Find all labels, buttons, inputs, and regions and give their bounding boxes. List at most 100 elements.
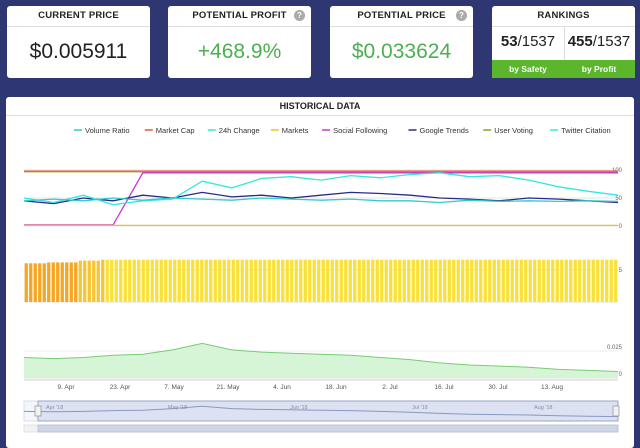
bar-25 [137, 259, 141, 302]
safety-rank-total: /1537 [517, 33, 556, 50]
bar-129 [605, 259, 609, 302]
legend-label-2: 24h Change [219, 126, 260, 135]
bar-22 [123, 259, 127, 302]
bar-128 [600, 259, 604, 302]
y-tick-bars: 5 [619, 268, 623, 274]
bar-34 [177, 259, 181, 302]
legend-label-4: Social Following [333, 126, 387, 135]
x-tick-5: 18. Jun [325, 384, 347, 391]
bar-12 [78, 260, 82, 302]
bar-31 [164, 259, 168, 302]
bar-38 [195, 259, 199, 302]
bar-91 [434, 259, 438, 302]
bar-100 [474, 259, 478, 302]
navigator-handle-0[interactable] [34, 405, 42, 417]
bar-124 [582, 259, 586, 302]
bar-55 [272, 259, 276, 302]
x-tick-1: 23. Apr [110, 384, 131, 391]
bar-70 [339, 259, 343, 302]
bar-8 [60, 262, 64, 302]
navigator-handle-1[interactable] [612, 405, 620, 417]
bar-73 [353, 259, 357, 302]
bar-1 [29, 263, 33, 302]
y-tick-area-0: 0.025 [607, 345, 623, 351]
bar-47 [236, 259, 240, 302]
current-price-title: CURRENT PRICE [7, 6, 150, 27]
x-tick-6: 2. Jul [382, 384, 398, 391]
y-tick-area-1: 0 [619, 372, 623, 378]
profit-rank-value: 455 [567, 33, 593, 50]
bar-75 [362, 259, 366, 302]
bar-108 [510, 259, 514, 302]
bar-97 [461, 259, 465, 302]
bar-56 [276, 259, 280, 302]
legend-label-0: Volume Ratio [85, 126, 130, 135]
bar-126 [591, 259, 595, 302]
bar-112 [528, 259, 532, 302]
bar-21 [119, 259, 123, 302]
bar-14 [87, 260, 91, 302]
bar-49 [245, 259, 249, 302]
profit-rank: 455/1537 by Profit [563, 27, 635, 78]
bar-64 [312, 259, 316, 302]
bar-125 [587, 259, 591, 302]
bar-106 [501, 259, 505, 302]
bar-102 [483, 259, 487, 302]
help-icon[interactable]: ? [456, 10, 467, 21]
bar-52 [258, 259, 262, 302]
bar-43 [218, 259, 222, 302]
bar-57 [281, 259, 285, 302]
bar-88 [420, 259, 424, 302]
bar-48 [240, 259, 244, 302]
bar-114 [537, 259, 541, 302]
bar-96 [456, 259, 460, 302]
bar-71 [344, 259, 348, 302]
bar-92 [438, 259, 442, 302]
help-icon[interactable]: ? [294, 10, 305, 21]
bar-83 [398, 259, 402, 302]
bar-59 [290, 259, 294, 302]
bar-113 [533, 259, 537, 302]
bar-10 [69, 262, 73, 302]
bar-6 [51, 262, 55, 302]
bar-117 [551, 259, 555, 302]
by-profit-button[interactable]: by Profit [563, 60, 635, 78]
scrollbar-thumb[interactable] [37, 424, 619, 433]
legend-label-1: Market Cap [156, 126, 195, 135]
bar-111 [524, 259, 528, 302]
bar-87 [416, 259, 420, 302]
x-tick-9: 13. Aug [541, 384, 563, 391]
bar-69 [335, 259, 339, 302]
bar-80 [384, 259, 388, 302]
bar-76 [366, 259, 370, 302]
navigator-tick-4: Aug '18 [534, 405, 552, 411]
bar-39 [200, 259, 204, 302]
bar-74 [357, 259, 361, 302]
historical-chart[interactable]: Volume Ratio Market Cap 24h Change Markets S… [6, 116, 634, 448]
bar-37 [191, 259, 195, 302]
bar-42 [213, 259, 217, 302]
bar-35 [182, 259, 186, 302]
bar-103 [488, 259, 492, 302]
bar-82 [393, 259, 397, 302]
bar-119 [560, 259, 564, 302]
bar-66 [321, 259, 325, 302]
bar-60 [294, 259, 298, 302]
x-tick-7: 16. Jul [434, 384, 454, 391]
safety-rank-value: 53 [500, 33, 518, 50]
potential-profit-value: +468.9% [197, 40, 282, 63]
bar-105 [497, 259, 501, 302]
bar-121 [569, 259, 573, 302]
historical-data-title: HISTORICAL DATA [6, 97, 634, 116]
bar-79 [380, 259, 384, 302]
bar-32 [168, 259, 172, 302]
y-tick-top-2: 0 [619, 224, 623, 230]
bar-27 [146, 259, 150, 302]
bar-41 [209, 259, 213, 302]
by-safety-button[interactable]: by Safety [492, 60, 564, 78]
legend-label-3: Markets [282, 126, 309, 135]
navigator-tick-3: Jul '18 [412, 405, 428, 411]
bar-3 [38, 263, 42, 302]
legend-label-7: Twitter Citation [561, 126, 611, 135]
navigator-selection [37, 400, 619, 422]
